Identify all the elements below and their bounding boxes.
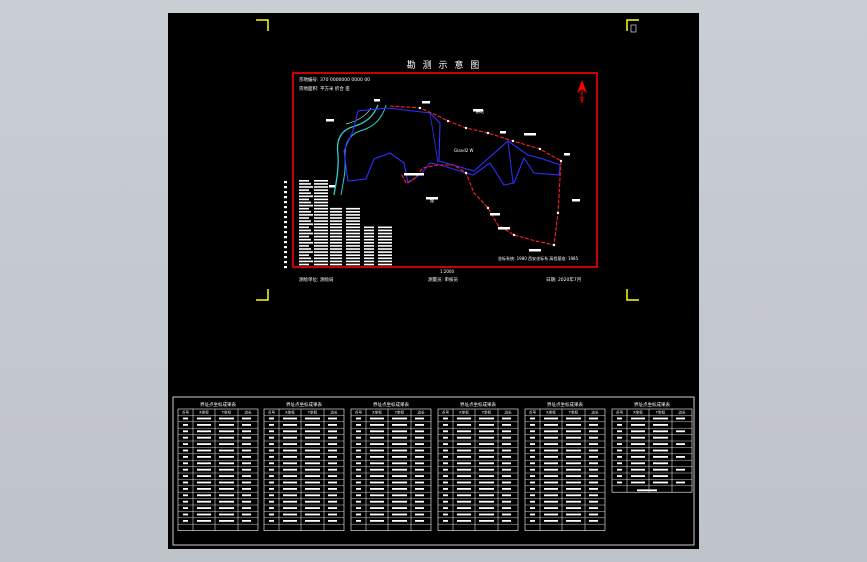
footer-mid: 测量员: 审核员 (428, 276, 458, 283)
table-title: 界址点坐标成果表 (634, 401, 670, 408)
map-title: 勘 测 示 意 图 (407, 59, 481, 71)
coordinate-table-3: 界址点坐标成果表点号 X坐标 Y坐标 边长 (350, 401, 432, 531)
table-header-cell: 点号 (182, 410, 190, 415)
table-header-cell: X坐标 (633, 410, 643, 415)
table-header-cell: Y坐标 (656, 410, 666, 415)
table-header-cell: X坐标 (285, 410, 295, 415)
table-header-cell: Y坐标 (222, 410, 232, 415)
north-arrow-icon: N (577, 80, 587, 103)
table-header-cell: 点号 (529, 410, 537, 415)
coordinate-table-5: 界址点坐标成果表点号 X坐标 Y坐标 边长 (524, 401, 606, 531)
table-header-cell: 边长 (244, 410, 252, 415)
table-header-cell: Y坐标 (395, 410, 405, 415)
table-header-cell: 边长 (417, 410, 425, 415)
north-label: N (580, 97, 584, 103)
tables-frame (172, 396, 695, 546)
coordinate-tables: 界址点坐标成果表点号 X坐标 Y坐标 边长界址点坐标成果表点号 X坐标 Y坐标 边长界址点坐… (177, 401, 693, 531)
table-header-cell: X坐标 (199, 410, 209, 415)
table-header-cell: 边长 (678, 410, 686, 415)
footer-right: 日期: 2020年7月 (546, 276, 581, 283)
drawing-sheet: 勘 测 示 意 图 宗地编号: 370 0000000 0000 00 宗地面积… (168, 13, 699, 549)
table-header-cell: X坐标 (459, 410, 469, 415)
coordinate-table-4: 界址点坐标成果表点号 X坐标 Y坐标 边长 (437, 401, 519, 531)
table-header-cell: 点号 (355, 410, 363, 415)
table-header-cell: Y坐标 (482, 410, 492, 415)
coordinate-table-2: 界址点坐标成果表点号 X坐标 Y坐标 边长 (263, 401, 345, 531)
bottom-note: 坐标系统: 1980 西安坐标系 高程基准: 1985 (498, 255, 579, 261)
table-header-cell: X坐标 (372, 410, 382, 415)
table-title: 界址点坐标成果表 (286, 401, 322, 408)
info-line-1: 宗地编号: 370 0000000 0000 00 (299, 76, 370, 83)
table-header-cell: Y坐标 (569, 410, 579, 415)
table-header-cell: 边长 (330, 410, 338, 415)
table-title: 界址点坐标成果表 (373, 401, 409, 408)
table-header-cell: 点号 (616, 410, 624, 415)
table-header-cell: Y坐标 (308, 410, 318, 415)
coordinate-table-1: 界址点坐标成果表点号 X坐标 Y坐标 边长 (177, 401, 259, 531)
plot-label: Gland2 W (454, 148, 474, 153)
table-header-cell: X坐标 (546, 410, 556, 415)
table-title: 界址点坐标成果表 (200, 401, 236, 408)
scale-label: 1:2000 (440, 269, 455, 274)
place-label-2: 路 (430, 197, 434, 203)
cad-canvas: 勘 测 示 意 图 宗地编号: 370 0000000 0000 00 宗地面积… (172, 19, 695, 546)
parcel-outline (343, 107, 561, 186)
table-header-cell: 点号 (442, 410, 450, 415)
table-header-cell: 点号 (268, 410, 276, 415)
coordinate-list-area (284, 180, 392, 269)
place-label-1: 耕地 (476, 108, 484, 114)
coordinate-table-6: 界址点坐标成果表点号 X坐标 Y坐标 边长 (611, 401, 693, 493)
table-header-cell: 边长 (591, 410, 599, 415)
info-line-2: 宗地面积: 平方米 折合 亩 (299, 85, 350, 92)
map-frame (292, 72, 598, 268)
table-title: 界址点坐标成果表 (547, 401, 583, 408)
footer-left: 测绘单位: 测绘局 (299, 276, 334, 283)
table-header-cell: 边长 (504, 410, 512, 415)
table-title: 界址点坐标成果表 (460, 401, 496, 408)
